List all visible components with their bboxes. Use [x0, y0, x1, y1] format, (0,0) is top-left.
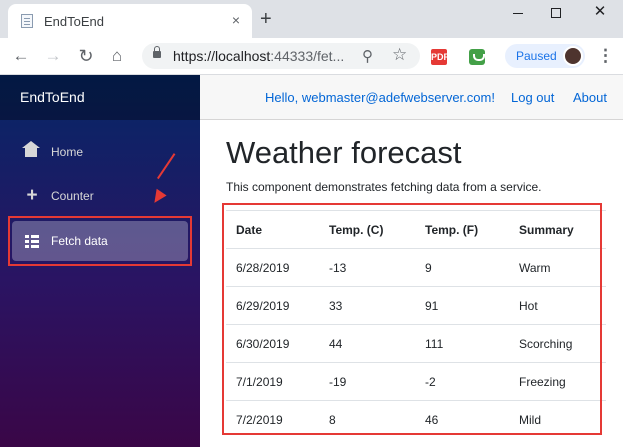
sidebar-item-label: Home — [51, 145, 84, 159]
new-tab-button[interactable]: + — [260, 9, 272, 29]
home-icon[interactable]: ⌂ — [106, 45, 128, 67]
back-arrow-icon[interactable]: ← — [10, 45, 32, 67]
lock-icon[interactable] — [153, 46, 161, 58]
bookmark-star-icon[interactable]: ☆ — [392, 45, 407, 65]
green-extension-icon[interactable] — [469, 49, 485, 65]
browser-toolbar: ← → ↻ ⌂ https://localhost:44333/fet... ⚲… — [0, 38, 623, 75]
zoom-out-icon[interactable]: ⚲ — [362, 47, 373, 65]
brand-bar: EndToEnd — [0, 75, 200, 120]
close-window-button[interactable]: ✕ — [585, 2, 615, 24]
minimize-icon — [513, 12, 523, 14]
address-bar[interactable]: https://localhost:44333/fet... ⚲ ☆ — [142, 43, 420, 69]
annotation-highlight-box — [8, 216, 192, 266]
about-link[interactable]: About — [573, 90, 607, 105]
page-description: This component demonstrates fetching dat… — [226, 180, 542, 194]
tab-title: EndToEnd — [44, 14, 104, 29]
browser-menu-icon[interactable]: ⋮ — [597, 46, 614, 66]
app-brand[interactable]: EndToEnd — [20, 89, 85, 105]
browser-tab-strip: EndToEnd × + ✕ — [0, 0, 623, 38]
reload-icon[interactable]: ↻ — [75, 45, 97, 67]
sidebar-item-home[interactable]: Home — [12, 132, 188, 172]
pdf-extension-icon[interactable]: PDF — [431, 49, 449, 65]
avatar — [563, 46, 583, 66]
sidebar: EndToEnd Home + Counter Fetch data — [0, 75, 200, 447]
maximize-window-button[interactable] — [541, 2, 571, 24]
logout-link[interactable]: Log out — [511, 90, 554, 105]
url-path: :44333/fet... — [270, 48, 345, 64]
url-text[interactable]: https://localhost:44333/fet... — [173, 48, 344, 64]
plus-icon: + — [26, 185, 38, 206]
url-host: https://localhost — [173, 48, 271, 64]
annotation-table-box — [222, 203, 602, 435]
home-icon — [22, 141, 40, 160]
sidebar-item-label: Counter — [51, 189, 94, 203]
browser-tab[interactable]: EndToEnd × — [8, 4, 252, 38]
close-tab-icon[interactable]: × — [232, 12, 240, 28]
page-title: Weather forecast — [226, 135, 462, 170]
profile-button[interactable]: Paused — [505, 44, 585, 68]
profile-status: Paused — [516, 49, 557, 63]
forward-arrow-icon[interactable]: → — [42, 45, 64, 67]
user-greeting-link[interactable]: Hello, webmaster@adefwebserver.com! — [265, 90, 495, 105]
page-favicon-icon — [21, 14, 33, 28]
top-row: Hello, webmaster@adefwebserver.com! Log … — [200, 75, 623, 120]
maximize-icon — [551, 8, 561, 19]
minimize-window-button[interactable] — [503, 2, 533, 24]
